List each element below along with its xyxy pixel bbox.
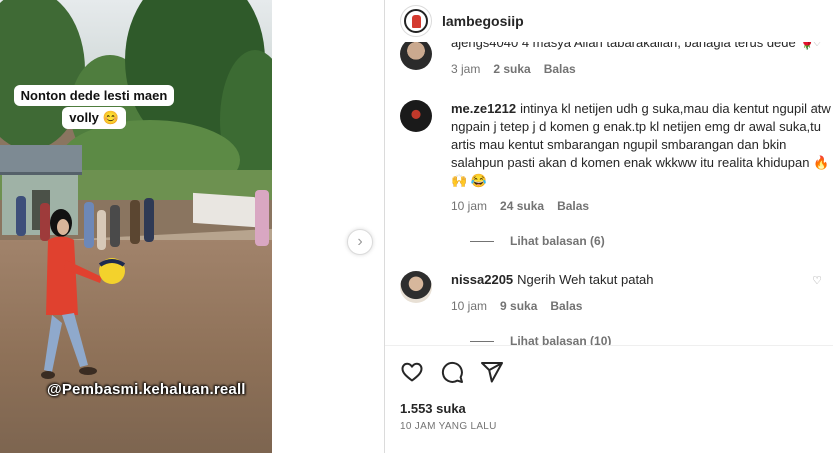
media-gutter bbox=[272, 0, 384, 453]
video-caption: Nonton dede lesti maen volly 😊 bbox=[6, 85, 182, 129]
share-icon[interactable] bbox=[480, 360, 504, 384]
comment-like-heart-icon[interactable]: ♡ bbox=[812, 103, 822, 116]
reply-button[interactable]: Balas bbox=[557, 199, 589, 213]
comment-likes[interactable]: 24 suka bbox=[500, 199, 544, 213]
comment-time: 10 jam bbox=[451, 199, 488, 213]
comment-meta: 10 jam 24 suka Balas bbox=[451, 199, 589, 213]
account-username[interactable]: lambegosiip bbox=[442, 13, 524, 29]
comment-text: ajengs4040 4 masya Allah tabarakallah, b… bbox=[451, 42, 816, 50]
comment-meta: 10 jam 9 suka Balas bbox=[451, 299, 582, 313]
reply-button[interactable]: Balas bbox=[550, 299, 582, 313]
comment-item: nissa2205 Ngerih Weh takut patah 10 jam 9… bbox=[400, 271, 830, 345]
comment-like-heart-icon[interactable]: ♡ bbox=[812, 274, 822, 287]
comment-icon[interactable] bbox=[440, 360, 464, 384]
comment-avatar[interactable] bbox=[400, 100, 432, 132]
chevron-right-icon: › bbox=[357, 233, 363, 250]
comment-like-heart-icon[interactable]: ♡ bbox=[812, 42, 822, 49]
post-timestamp: 10 JAM YANG LALU bbox=[400, 421, 497, 432]
comment-time: 10 jam bbox=[451, 299, 488, 313]
actions-divider bbox=[385, 345, 833, 346]
heart-icon[interactable] bbox=[400, 360, 424, 384]
video-caption-line-1: Nonton dede lesti maen bbox=[13, 85, 175, 106]
comment-username[interactable]: nissa2205 bbox=[451, 272, 513, 287]
comment-avatar[interactable] bbox=[400, 271, 432, 303]
comment-time: 3 jam bbox=[451, 62, 481, 76]
next-media-button[interactable]: › bbox=[347, 229, 373, 255]
video-fence bbox=[193, 192, 255, 228]
post-likes-count[interactable]: 1.553 suka bbox=[400, 401, 466, 416]
view-replies-button[interactable]: Lihat balasan (6) bbox=[470, 234, 605, 248]
post-actions bbox=[400, 358, 504, 386]
account-avatar[interactable] bbox=[400, 5, 432, 37]
comment-item: me.ze1212 intinya kl netijen udh g suka,m… bbox=[400, 100, 831, 250]
comment-meta: 3 jam 2 suka Balas bbox=[451, 62, 576, 76]
post-video[interactable]: Nonton dede lesti maen volly 😊 @Pembasmi… bbox=[0, 0, 272, 453]
comment-avatar[interactable] bbox=[400, 42, 432, 70]
comment-likes[interactable]: 9 suka bbox=[500, 299, 537, 313]
post-header: lambegosiip bbox=[385, 0, 833, 42]
reply-button[interactable]: Balas bbox=[544, 62, 576, 76]
comment-username[interactable]: me.ze1212 bbox=[451, 101, 516, 116]
comment-text: nissa2205 Ngerih Weh takut patah bbox=[451, 272, 654, 287]
comment-text: me.ze1212 intinya kl netijen udh g suka,m… bbox=[451, 101, 831, 188]
comments-list[interactable]: ajengs4040 4 masya Allah tabarakallah, b… bbox=[385, 42, 833, 345]
video-player bbox=[41, 209, 126, 379]
comment-likes[interactable]: 2 suka bbox=[493, 62, 530, 76]
comment-item: ajengs4040 4 masya Allah tabarakallah, b… bbox=[400, 42, 830, 78]
video-caption-line-2: volly 😊 bbox=[62, 107, 126, 129]
video-watermark: @Pembasmi.kehaluan.reall bbox=[47, 381, 246, 398]
view-replies-button[interactable]: Lihat balasan (10) bbox=[470, 334, 611, 345]
